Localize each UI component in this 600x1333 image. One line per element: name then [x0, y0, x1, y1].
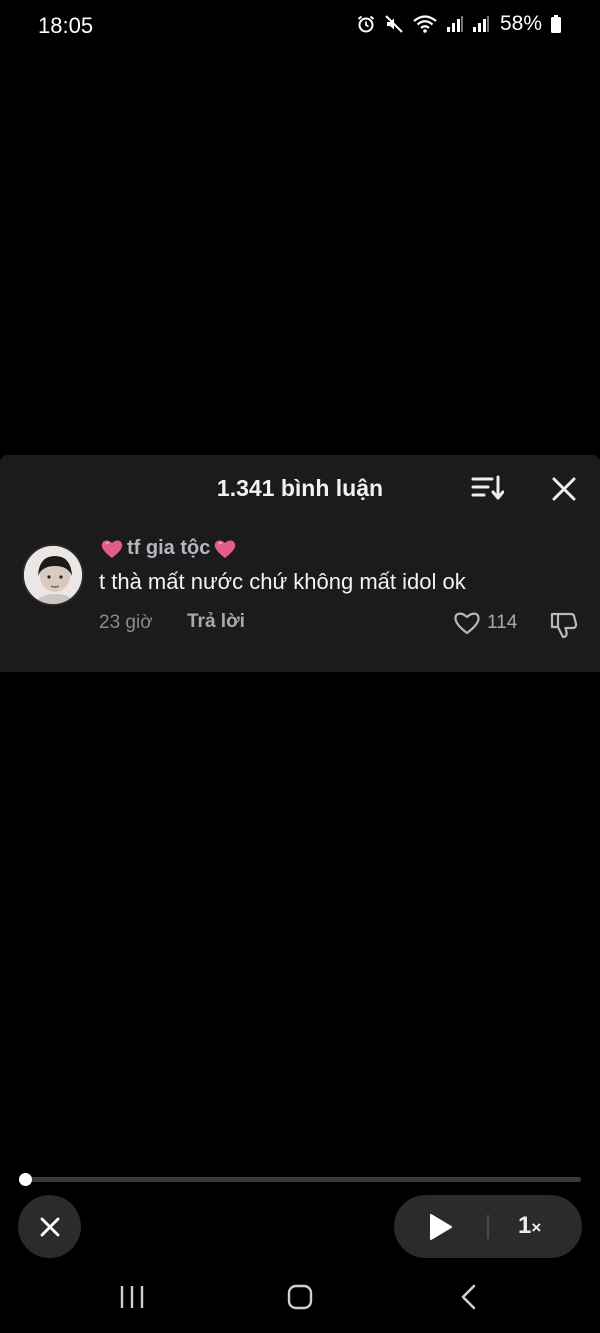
- close-icon: [552, 477, 576, 501]
- comment-username-row[interactable]: tf gia tộc: [99, 537, 238, 560]
- back-icon: [461, 1284, 476, 1310]
- reply-button[interactable]: Trả lời: [187, 611, 245, 633]
- pill-divider: [487, 1215, 489, 1239]
- home-button[interactable]: [286, 1283, 314, 1316]
- thumbs-down-icon: [550, 612, 578, 639]
- status-time: 18:05: [38, 13, 94, 38]
- back-button[interactable]: [458, 1283, 480, 1316]
- navigation-bar: [0, 1265, 600, 1333]
- playback-progress-thumb[interactable]: [18, 1173, 32, 1186]
- comment-timestamp: 23 giờ: [99, 612, 153, 633]
- pink-heart-emoji-icon: [215, 539, 236, 558]
- comments-count-title: 1.341 bình luận: [216, 475, 384, 501]
- mute-icon: [385, 15, 403, 33]
- playback-speed-button[interactable]: 1×: [518, 1212, 541, 1240]
- comment-username: tf gia tộc: [127, 537, 211, 559]
- speed-suffix: ×: [531, 1218, 542, 1237]
- status-bar: 18:05 58%: [0, 0, 600, 52]
- avatar-image: [24, 546, 82, 604]
- comment-text: t thà mất nước chứ không mất idol ok: [99, 569, 466, 594]
- wifi-icon: [413, 15, 437, 33]
- signal-icon: [472, 16, 489, 32]
- home-icon: [287, 1284, 313, 1310]
- like-count: 114: [487, 612, 518, 633]
- sort-icon: [471, 475, 505, 500]
- play-button[interactable]: [418, 1211, 462, 1243]
- comments-panel: 1.341 bình luận tf gia tộc t thà mất nướ…: [0, 455, 600, 672]
- player-controls-pill: 1×: [394, 1195, 582, 1258]
- playback-progress-track[interactable]: [25, 1177, 581, 1182]
- battery-percentage: 58%: [499, 12, 542, 35]
- close-player-button[interactable]: [18, 1195, 81, 1258]
- recents-icon: [120, 1286, 144, 1308]
- status-icons: 58%: [356, 12, 562, 36]
- speed-value: 1: [518, 1212, 532, 1239]
- dislike-button[interactable]: [549, 610, 579, 640]
- alarm-icon: [357, 15, 375, 33]
- heart-outline-icon: [454, 612, 480, 635]
- pink-heart-emoji-icon: [101, 539, 123, 558]
- recents-button[interactable]: [118, 1283, 146, 1316]
- like-button[interactable]: 114: [453, 610, 517, 636]
- commenter-avatar[interactable]: [22, 544, 84, 606]
- battery-icon: [551, 15, 561, 33]
- close-comments-button[interactable]: [548, 473, 580, 505]
- sort-button[interactable]: [470, 473, 505, 503]
- close-icon: [40, 1217, 59, 1236]
- play-icon: [430, 1214, 452, 1240]
- signal-icon: [446, 16, 463, 32]
